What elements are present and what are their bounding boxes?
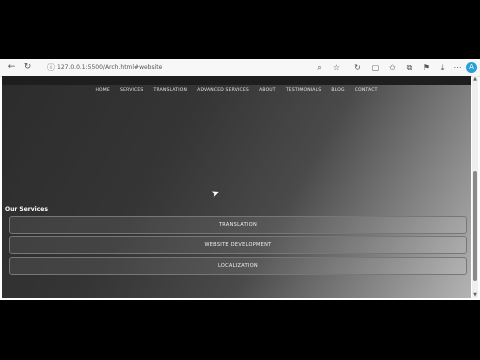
collections-icon[interactable]: ⧉: [404, 62, 415, 73]
site-nav: HOME SERVICES TRANSLATION ADVANCED SERVI…: [2, 76, 471, 93]
page-viewport: HOME SERVICES TRANSLATION ADVANCED SERVI…: [2, 76, 471, 298]
extensions-icon[interactable]: ⚑: [421, 62, 432, 73]
downloads-icon[interactable]: ⤓: [437, 62, 448, 73]
service-translation[interactable]: TRANSLATION: [9, 216, 467, 234]
service-website-development[interactable]: WEBSITE DEVELOPMENT: [9, 236, 467, 254]
vertical-scrollbar[interactable]: ▲ ▼: [472, 76, 478, 298]
nav-services[interactable]: SERVICES: [120, 86, 143, 95]
nav-advanced-services[interactable]: ADVANCED SERVICES: [197, 86, 249, 95]
scrollbar-thumb[interactable]: [473, 171, 477, 281]
scroll-up-icon[interactable]: ▲: [472, 76, 478, 82]
settings-icon[interactable]: ⋯: [452, 62, 463, 73]
service-localization[interactable]: LOCALIZATION: [9, 257, 467, 275]
back-icon[interactable]: ←: [6, 62, 17, 73]
url-text: 127.0.0.1:5500/Arch.html#website: [57, 64, 163, 71]
browser-toolbar: ← ↻ ⓘ 127.0.0.1:5500/Arch.html#website ⌕…: [0, 59, 480, 77]
browser-window: ← ↻ ⓘ 127.0.0.1:5500/Arch.html#website ⌕…: [0, 59, 480, 300]
nav-about[interactable]: ABOUT: [259, 86, 276, 95]
screen: ← ↻ ⓘ 127.0.0.1:5500/Arch.html#website ⌕…: [0, 0, 480, 360]
profile-icon[interactable]: A: [466, 62, 477, 73]
address-bar[interactable]: ⓘ 127.0.0.1:5500/Arch.html#website: [47, 62, 347, 73]
scroll-down-icon[interactable]: ▼: [472, 292, 478, 298]
split-icon[interactable]: ▢: [370, 62, 381, 73]
nav-translation[interactable]: TRANSLATION: [154, 86, 188, 95]
favorites-icon[interactable]: ✩: [387, 62, 398, 73]
nav-contact[interactable]: CONTACT: [355, 86, 378, 95]
nav-blog[interactable]: BLOG: [331, 86, 344, 95]
nav-home[interactable]: HOME: [95, 86, 109, 95]
services-heading: Our Services: [5, 206, 48, 213]
zoom-icon[interactable]: ⌕: [314, 62, 325, 73]
nav-testimonials[interactable]: TESTIMONIALS: [286, 86, 321, 95]
refresh-icon[interactable]: ↻: [22, 62, 33, 73]
reader-icon[interactable]: ↻: [352, 62, 363, 73]
lock-icon: ⓘ: [47, 63, 55, 72]
star-icon[interactable]: ☆: [331, 62, 342, 73]
mouse-cursor-icon: ➤: [210, 188, 222, 200]
